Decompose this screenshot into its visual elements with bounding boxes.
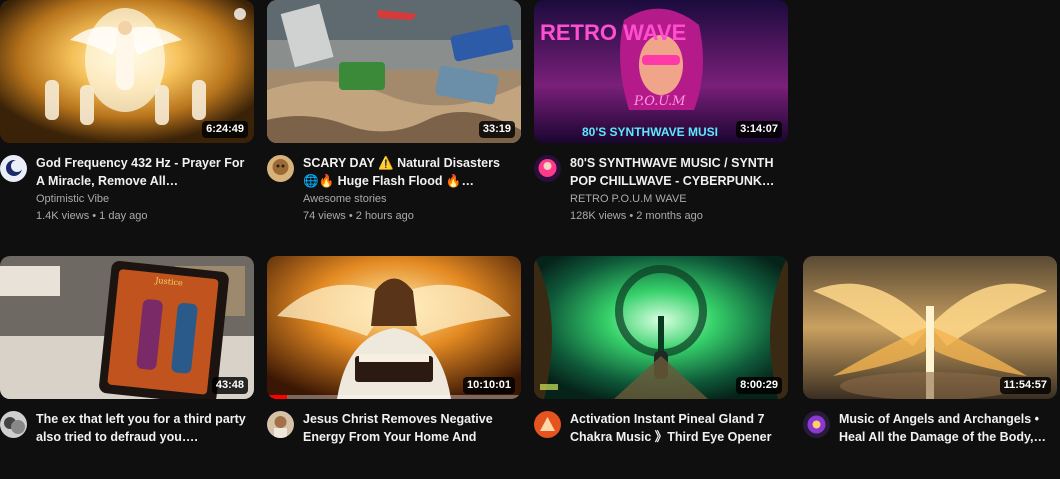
view-count: 74 views [303,210,346,222]
channel-avatar[interactable] [803,411,830,438]
video-card[interactable]: Justice 43:48 The ex that left you for a… [0,256,254,479]
video-card[interactable]: 6:24:49 God Frequency 432 Hz - Prayer Fo… [0,0,254,223]
view-count: 1.4K views [36,210,90,222]
video-thumbnail[interactable]: RETRO WAVE P.O.U.M 80'S SYNTHWAVE MUSI 3… [534,0,788,143]
video-stats: 74 views • 2 hours ago [303,210,414,222]
video-duration: 8:00:29 [736,377,782,394]
video-duration: 43:48 [211,377,248,394]
video-title[interactable]: God Frequency 432 Hz - Prayer For A Mira… [36,154,246,190]
channel-name[interactable]: Awesome stories [303,193,387,205]
video-card[interactable]: 33:19 SCARY DAY ⚠️ Natural Disasters 🌐🔥 … [267,0,521,223]
video-duration: 6:24:49 [202,121,248,138]
video-duration: 10:10:01 [462,377,515,394]
video-card[interactable]: RETRO WAVE P.O.U.M 80'S SYNTHWAVE MUSI 3… [534,0,788,223]
video-title[interactable]: Music of Angels and Archangels • Heal Al… [839,410,1049,446]
video-title[interactable]: Activation Instant Pineal Gland 7 Chakra… [570,410,780,446]
video-title[interactable]: The ex that left you for a third party a… [36,410,246,446]
thumbnail-text-poum: P.O.U.M [633,94,686,109]
video-duration: 11:54:57 [999,377,1051,394]
channel-avatar[interactable] [0,155,27,182]
stats-separator: • [626,210,637,222]
video-thumbnail[interactable]: 8:00:29 [534,256,788,399]
video-title[interactable]: 80'S SYNTHWAVE MUSIC / SYNTH POP CHILLWA… [570,154,780,190]
video-stats: 1.4K views • 1 day ago [36,210,148,222]
video-thumbnail[interactable]: 6:24:49 [0,0,254,143]
video-title[interactable]: SCARY DAY ⚠️ Natural Disasters 🌐🔥 Huge F… [303,154,513,190]
video-thumbnail[interactable]: Justice 43:48 [0,256,254,399]
video-thumbnail[interactable]: 33:19 [267,0,521,143]
thumbnail-text-banner: 80'S SYNTHWAVE MUSI [582,125,718,139]
video-title[interactable]: Jesus Christ Removes Negative Energy Fro… [303,410,513,446]
channel-name[interactable]: Optimistic Vibe [36,193,109,205]
video-thumbnail[interactable]: 11:54:57 [803,256,1057,399]
channel-avatar[interactable] [267,155,294,182]
channel-name[interactable]: RETRO P.O.U.M WAVE [570,193,687,205]
video-stats: 128K views • 2 months ago [570,210,703,222]
view-count: 128K views [570,210,627,222]
channel-avatar[interactable] [267,411,294,438]
video-duration: 3:14:07 [736,121,782,138]
video-card[interactable]: 11:54:57 Music of Angels and Archangels … [803,256,1057,479]
upload-age: 2 hours ago [355,210,414,222]
upload-age: 2 months ago [636,210,703,222]
channel-avatar[interactable] [534,411,561,438]
video-duration: 33:19 [478,121,515,138]
stats-separator: • [345,210,356,222]
channel-avatar[interactable] [534,155,561,182]
video-thumbnail[interactable]: 10:10:01 [267,256,521,399]
video-card[interactable]: 8:00:29 Activation Instant Pineal Gland … [534,256,788,479]
stats-separator: • [89,210,100,222]
channel-avatar[interactable] [0,411,27,438]
thumbnail-text-retro: RETRO WAVE [540,20,686,45]
video-card[interactable]: 10:10:01 Jesus Christ Removes Negative E… [267,256,521,479]
upload-age: 1 day ago [99,210,148,222]
